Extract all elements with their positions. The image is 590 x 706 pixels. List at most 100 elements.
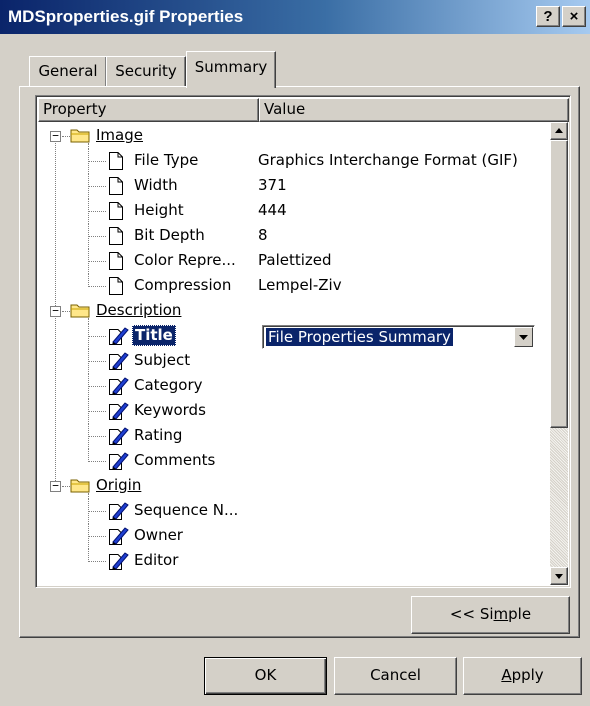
dropdown-button[interactable]: [514, 327, 533, 347]
arrow-down-icon: [555, 574, 563, 579]
edit-document-icon: [108, 326, 130, 350]
scroll-down-button[interactable]: [550, 567, 568, 585]
property-value: 444: [258, 201, 287, 219]
tree-connector: [88, 436, 106, 437]
simple-view-button[interactable]: << Simple: [411, 596, 570, 634]
property-label: Comments: [134, 451, 216, 469]
tree-category-origin[interactable]: − Origin: [38, 474, 548, 499]
ok-button[interactable]: OK: [204, 657, 327, 695]
tree-row[interactable]: Color Repre... Palettized: [38, 249, 548, 274]
tree-connector: [88, 361, 106, 362]
document-icon: [108, 226, 124, 250]
edit-document-icon: [108, 426, 130, 450]
property-value: Palettized: [258, 251, 332, 269]
column-header-value[interactable]: Value: [259, 98, 569, 122]
tree-connector: [88, 186, 106, 187]
column-header-property[interactable]: Property: [38, 98, 259, 122]
tree-connector: [55, 143, 56, 306]
category-label: Image: [96, 126, 143, 144]
tree-connector: [62, 486, 70, 487]
apply-button-label-post: pply: [511, 666, 544, 684]
tree-connector: [62, 136, 70, 137]
property-label: Width: [134, 176, 178, 194]
help-button[interactable]: ?: [536, 6, 560, 27]
tree-connector: [88, 143, 89, 149]
tree-row[interactable]: Keywords: [38, 399, 548, 424]
tree-row[interactable]: Subject: [38, 349, 548, 374]
collapse-toggle[interactable]: −: [50, 305, 61, 317]
tree-row[interactable]: Compression Lempel-Ziv: [38, 274, 548, 299]
tree-connector: [88, 161, 106, 162]
property-label: Subject: [134, 351, 191, 369]
tree-connector: [55, 318, 56, 481]
properties-tree-list[interactable]: Property Value − Image File Type Graphics I…: [35, 95, 571, 588]
close-button[interactable]: ×: [562, 6, 586, 27]
edit-document-icon: [108, 351, 130, 375]
tree-row[interactable]: Bit Depth 8: [38, 224, 548, 249]
tree-row[interactable]: Editor: [38, 549, 548, 574]
edit-document-icon: [108, 551, 130, 575]
edit-document-icon: [108, 526, 130, 550]
tree-row[interactable]: Owner: [38, 524, 548, 549]
tree-connector: [88, 211, 106, 212]
tree-category-image[interactable]: − Image: [38, 124, 548, 149]
tree-connector: [88, 536, 106, 537]
property-label: Bit Depth: [134, 226, 205, 244]
tree-row[interactable]: File Type Graphics Interchange Format (GI…: [38, 149, 548, 174]
tree-connector: [88, 511, 106, 512]
tree-row[interactable]: Width 371: [38, 174, 548, 199]
tree-row[interactable]: Comments: [38, 449, 548, 474]
tab-summary[interactable]: Summary: [186, 51, 276, 88]
title-bar[interactable]: MDSproperties.gif Properties ? ×: [0, 0, 590, 34]
tree-category-description[interactable]: − Description: [38, 299, 548, 324]
property-label: Rating: [134, 426, 183, 444]
property-label: Keywords: [134, 401, 206, 419]
tree-row[interactable]: Title File Properties Summary: [38, 324, 548, 349]
arrow-up-icon: [555, 128, 563, 133]
collapse-toggle[interactable]: −: [50, 480, 61, 492]
tree-connector: [88, 493, 89, 499]
value-combobox-text[interactable]: File Properties Summary: [266, 328, 453, 346]
property-label: File Type: [134, 151, 199, 169]
chevron-down-icon: [519, 335, 528, 340]
simple-button-label-accel: m: [493, 605, 509, 623]
category-label: Description: [96, 301, 182, 319]
property-label: Owner: [134, 526, 183, 544]
scroll-thumb[interactable]: [550, 140, 568, 428]
category-label: Origin: [96, 476, 142, 494]
tree-row[interactable]: Category: [38, 374, 548, 399]
tree-row[interactable]: Sequence N...: [38, 499, 548, 524]
edit-document-icon: [108, 376, 130, 400]
tree-connector: [88, 461, 106, 462]
tree-connector: [88, 261, 106, 262]
edit-document-icon: [108, 451, 130, 475]
property-value: Graphics Interchange Format (GIF): [258, 151, 518, 169]
property-label: Sequence N...: [134, 501, 239, 519]
document-icon: [108, 176, 124, 200]
tree-row[interactable]: Height 444: [38, 199, 548, 224]
selected-property-label[interactable]: Title: [132, 325, 176, 346]
simple-button-label-pre: << Si: [449, 605, 494, 623]
property-label: Color Repre...: [134, 251, 236, 269]
document-icon: [108, 201, 124, 225]
collapse-toggle[interactable]: −: [50, 130, 61, 142]
tree-connector: [88, 336, 106, 337]
document-icon: [108, 276, 124, 300]
tab-general[interactable]: General: [29, 56, 107, 86]
tree-connector: [88, 411, 106, 412]
tree-connector: [88, 561, 106, 562]
tree-row[interactable]: Rating: [38, 424, 548, 449]
property-label: Height: [134, 201, 184, 219]
tab-security[interactable]: Security: [106, 56, 186, 86]
tree-connector: [88, 318, 89, 324]
property-label: Category: [134, 376, 203, 394]
apply-button[interactable]: Apply: [463, 657, 582, 695]
edit-document-icon: [108, 401, 130, 425]
scroll-up-button[interactable]: [550, 122, 568, 140]
vertical-scrollbar[interactable]: [550, 122, 568, 585]
value-combobox[interactable]: File Properties Summary: [262, 325, 535, 349]
cancel-button[interactable]: Cancel: [334, 657, 457, 695]
tree-connector: [88, 236, 106, 237]
document-icon: [108, 251, 124, 275]
property-label: Compression: [134, 276, 232, 294]
